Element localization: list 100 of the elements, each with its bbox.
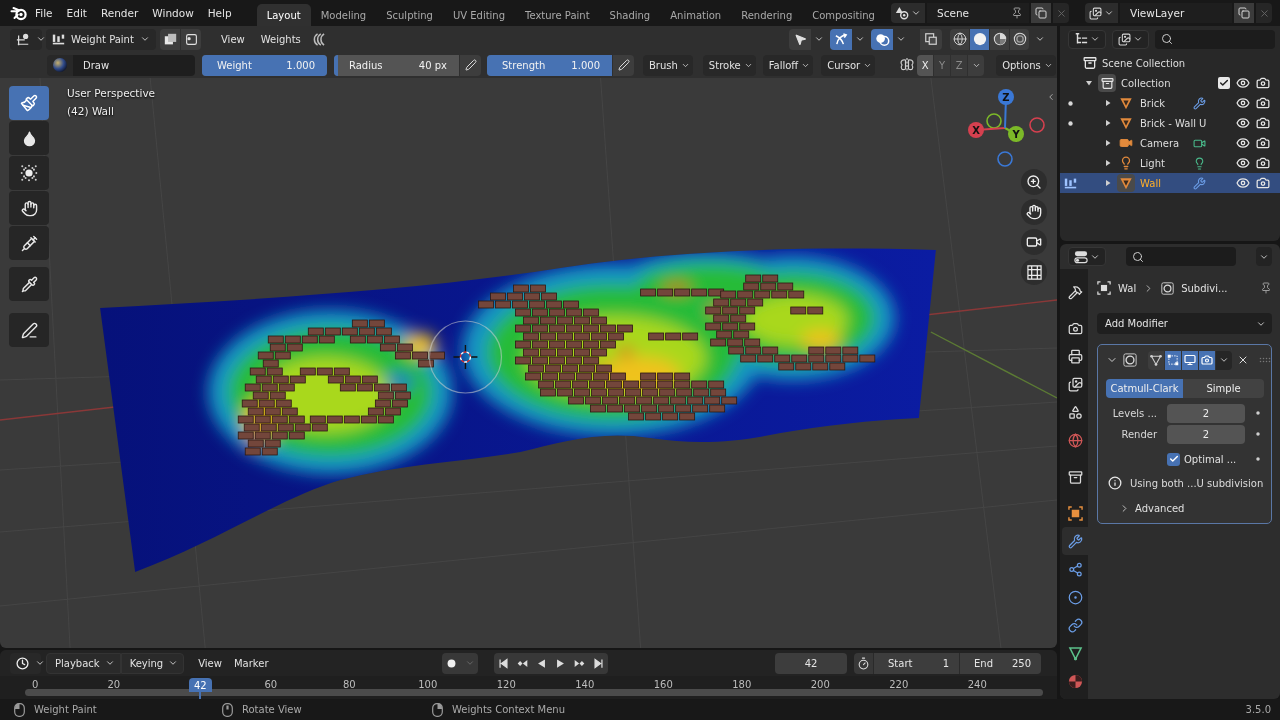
editor-type-button[interactable] [1068, 247, 1106, 266]
grip-dots-icon[interactable] [1259, 357, 1271, 363]
eye-icon[interactable] [1236, 136, 1250, 150]
toggle-button[interactable] [830, 28, 852, 50]
wrench-icon[interactable] [1193, 176, 1206, 190]
zoom-icon[interactable] [1021, 169, 1047, 195]
chevron-down-icon[interactable] [36, 34, 46, 44]
axis-handle[interactable]: Z [998, 89, 1014, 129]
toggle-button[interactable] [1182, 350, 1198, 370]
segment-button[interactable]: Simple [1183, 379, 1264, 398]
number-field[interactable]: 2 [1167, 403, 1245, 423]
filter-button[interactable] [1112, 29, 1149, 49]
chevron-down-icon[interactable] [1090, 34, 1100, 44]
dot-icon[interactable] [1067, 100, 1073, 106]
toggle-button[interactable] [789, 28, 811, 50]
small-triangle-right-icon[interactable] [1104, 179, 1112, 187]
mode-dropdown[interactable]: Weight Paint [46, 28, 156, 50]
breadcrumb-item[interactable]: Wal [1118, 282, 1137, 294]
camera-icon[interactable] [1256, 156, 1270, 170]
workspace-tab[interactable]: Compositing [802, 4, 885, 26]
menu-dropdown[interactable]: Keying [120, 652, 185, 674]
shading-button[interactable] [970, 28, 989, 50]
checkbox[interactable] [1167, 452, 1180, 466]
face-mask-button[interactable] [160, 28, 180, 50]
tool-button[interactable] [9, 226, 49, 260]
tool-button[interactable] [9, 267, 49, 301]
playback-button[interactable] [493, 652, 513, 674]
menu-dropdown[interactable]: Falloff [762, 54, 814, 76]
keyframe-dot-icon[interactable] [1256, 432, 1260, 436]
scrollbar[interactable] [25, 689, 1043, 696]
chevron-down-icon[interactable] [1219, 355, 1229, 365]
search-field[interactable] [1126, 247, 1236, 266]
playhead-frame-badge[interactable]: 42 [188, 678, 212, 692]
menu-item[interactable]: Window [145, 3, 201, 23]
search-field[interactable] [1155, 29, 1275, 49]
menu-dropdown[interactable]: Cursor [821, 54, 876, 76]
tool-button[interactable] [9, 191, 49, 225]
workspace-tab[interactable]: Rendering [731, 4, 803, 26]
axis-handle[interactable] [986, 113, 1002, 129]
menu-item[interactable]: Weights [254, 28, 307, 50]
toggle-button[interactable] [1199, 350, 1215, 370]
small-triangle-down-icon[interactable] [1085, 79, 1093, 87]
outliner-row[interactable]: Light [1060, 153, 1280, 173]
wrench-icon[interactable] [1193, 96, 1206, 110]
chevron-down-icon[interactable] [168, 658, 179, 668]
copy-button[interactable] [1031, 3, 1051, 23]
toggle-button[interactable] [1148, 350, 1164, 370]
outliner-row[interactable]: Collection [1060, 73, 1280, 93]
menu-item[interactable]: View [215, 28, 251, 50]
toggle-button[interactable] [920, 28, 942, 50]
outliner-row[interactable]: Camera [1060, 133, 1280, 153]
camera-icon[interactable] [1256, 96, 1270, 110]
options-dropdown[interactable]: Options [996, 54, 1056, 76]
menu-item[interactable]: Edit [59, 3, 94, 23]
workspace-tab[interactable]: Texture Paint [515, 4, 600, 26]
checkbox[interactable] [1218, 77, 1230, 89]
camera-icon[interactable] [1256, 76, 1270, 90]
keyframe-dot-icon[interactable] [1256, 457, 1260, 461]
current-frame-field[interactable]: 42 [775, 652, 847, 674]
workspace-tab[interactable]: Shading [599, 4, 661, 26]
brush-name-field[interactable]: Draw [73, 54, 195, 76]
tool-button[interactable] [9, 313, 49, 347]
subpanel-header[interactable]: Advanced [1119, 499, 1264, 517]
outliner-row[interactable]: Scene Collection [1060, 53, 1280, 73]
menu-item[interactable]: Help [200, 3, 239, 23]
chevron-down-icon[interactable] [35, 658, 45, 668]
scene-name-field[interactable]: Scene [927, 3, 1029, 23]
preview-range-button[interactable] [854, 652, 873, 674]
eye-icon[interactable] [1236, 116, 1250, 130]
lightbulb-icon[interactable] [1193, 156, 1206, 170]
wrench-icon[interactable] [1062, 527, 1088, 555]
scene-browse-button[interactable] [891, 3, 925, 23]
chevron-down-icon[interactable] [1133, 34, 1143, 44]
hand-icon[interactable] [1021, 199, 1047, 225]
menu-dropdown[interactable]: Playback [46, 652, 121, 674]
editor-type-button[interactable] [10, 28, 42, 50]
value-slider[interactable]: Weight 1.000 [202, 54, 327, 76]
breadcrumb-item[interactable]: Subdivi... [1181, 282, 1228, 294]
tool-button[interactable] [9, 121, 49, 155]
camera-icon[interactable] [1256, 116, 1270, 130]
menu-item[interactable]: Marker [227, 652, 275, 674]
dot-icon[interactable] [1067, 120, 1073, 126]
chevron-down-icon[interactable] [814, 34, 824, 44]
small-triangle-right-icon[interactable] [1104, 99, 1112, 107]
toggle-button[interactable] [1165, 350, 1181, 370]
menu-item[interactable]: File [28, 3, 60, 23]
menu-item[interactable]: Render [93, 3, 146, 23]
pin-icon[interactable] [1260, 282, 1272, 294]
workspace-tab[interactable]: Modeling [310, 4, 377, 26]
display-mode-button[interactable] [1068, 29, 1106, 49]
grid-icon[interactable] [1021, 259, 1047, 285]
small-triangle-right-icon[interactable] [1104, 159, 1112, 167]
add-modifier-dropdown[interactable]: Add Modifier [1097, 313, 1272, 334]
pressure-toggle-button[interactable] [613, 54, 634, 76]
vertex-mask-button[interactable] [181, 28, 201, 50]
eye-icon[interactable] [1236, 96, 1250, 110]
eye-icon[interactable] [1236, 156, 1250, 170]
menu-dropdown[interactable]: Stroke [702, 54, 756, 76]
axis-handle[interactable]: X [968, 122, 1006, 138]
outliner-row[interactable]: Wall [1060, 173, 1280, 193]
